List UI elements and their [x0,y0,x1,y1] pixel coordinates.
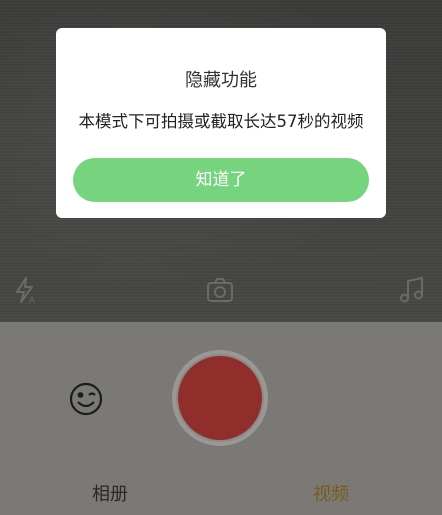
record-button[interactable] [178,356,262,440]
dialog-title: 隐藏功能 [185,70,257,91]
flash-auto-icon[interactable]: A [10,274,42,306]
hidden-feature-dialog: 隐藏功能 本模式下可拍摄或截取长达57秒的视频 知道了 [56,28,386,218]
music-note-icon[interactable] [396,274,428,306]
tab-video[interactable]: 视频 [313,483,349,507]
switch-camera-icon[interactable] [204,274,236,306]
svg-text:A: A [29,296,36,306]
emoji-face-icon[interactable] [68,381,104,417]
confirm-button[interactable]: 知道了 [73,158,369,202]
dialog-message: 本模式下可拍摄或截取长达57秒的视频 [78,112,364,131]
tab-album[interactable]: 相册 [92,483,128,507]
